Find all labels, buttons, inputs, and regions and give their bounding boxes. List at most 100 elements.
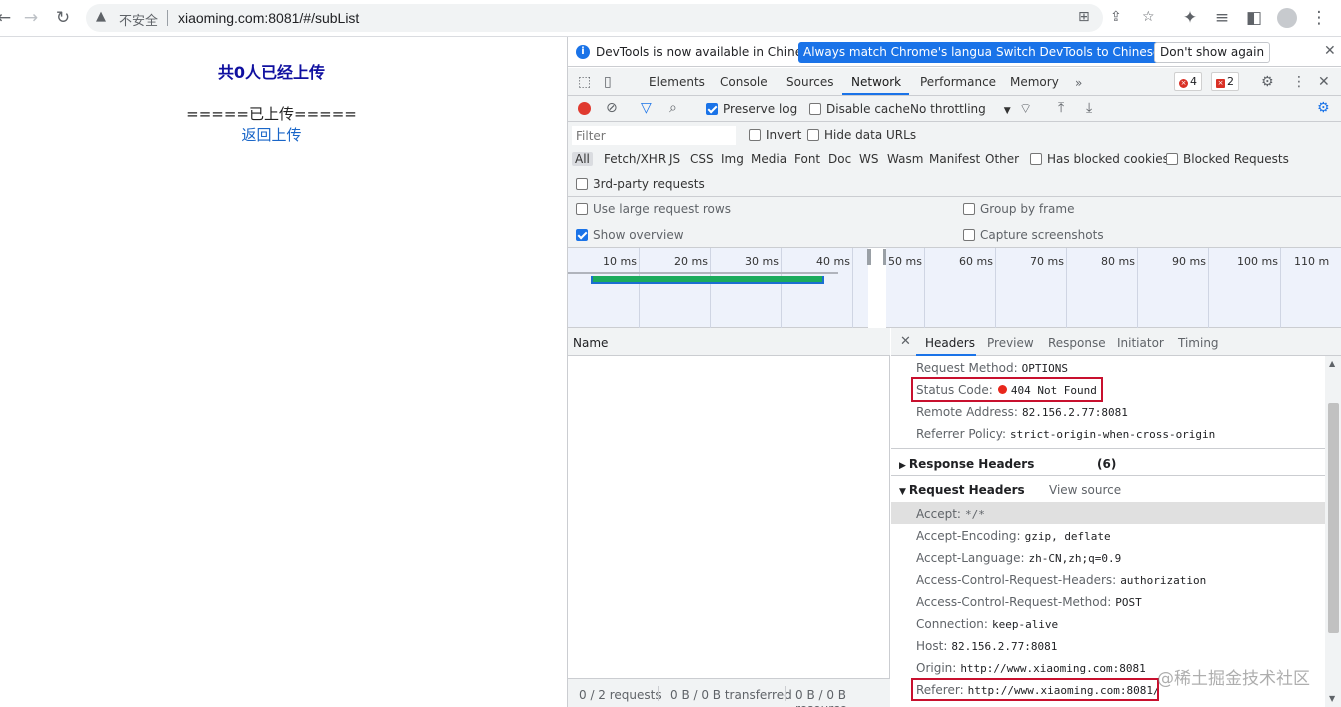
details-scrollbar[interactable]: ▲ ▼ [1325, 356, 1341, 707]
filter-type-manifest[interactable]: Manifest [929, 152, 980, 166]
invert-checkbox[interactable]: Invert [749, 128, 801, 142]
header-value: gzip, deflate [1024, 530, 1111, 543]
filter-icon[interactable]: ▽ [641, 100, 652, 116]
menu-kebab-icon[interactable]: ⋮ [1307, 6, 1331, 30]
filter-type-other[interactable]: Other [985, 152, 1019, 166]
close-details-icon[interactable]: ✕ [900, 334, 911, 349]
filter-type-wasm[interactable]: Wasm [887, 152, 923, 166]
timeline-tick-label: 110 m [1294, 255, 1330, 268]
tab-response[interactable]: Response [1048, 336, 1106, 350]
network-conditions-icon[interactable]: ⌔ [1019, 100, 1032, 118]
blocked-requests-checkbox[interactable]: Blocked Requests [1166, 152, 1289, 166]
has-blocked-cookies-checkbox[interactable]: Has blocked cookies [1030, 152, 1169, 166]
filter-type-media[interactable]: Media [751, 152, 787, 166]
url-text[interactable]: xiaoming.com:8081/#/subList [178, 10, 359, 26]
tab-timing[interactable]: Timing [1178, 336, 1219, 350]
active-detail-tab-indicator [916, 354, 976, 356]
disable-cache-checkbox[interactable]: Disable cache [809, 102, 910, 116]
header-row: Access-Control-Request-Headers: authoriza… [916, 573, 1206, 587]
hide-data-urls-checkbox[interactable]: Hide data URLs [807, 128, 916, 142]
capture-screenshots-checkbox[interactable]: Capture screenshots [963, 228, 1104, 242]
header-key: Accept-Encoding: [916, 529, 1021, 543]
scroll-thumb[interactable] [1328, 403, 1339, 633]
import-har-icon[interactable]: ⤒ [1058, 100, 1064, 116]
tab-network[interactable]: Network [851, 75, 901, 89]
network-overview[interactable]: 10 ms 20 ms 30 ms 40 ms 50 ms 60 ms 70 m… [568, 248, 1341, 328]
third-party-checkbox[interactable]: 3rd-party requests [576, 177, 705, 191]
tab-initiator[interactable]: Initiator [1117, 336, 1164, 350]
dont-show-again-button[interactable]: Don't show again [1154, 42, 1271, 63]
header-row: Access-Control-Request-Method: POST [916, 595, 1142, 609]
timeline-gridline [1208, 248, 1209, 328]
filter-type-ws[interactable]: WS [859, 152, 878, 166]
gear-icon[interactable]: ⚙ [1261, 74, 1274, 90]
active-tab-indicator [842, 93, 909, 95]
device-toolbar-icon[interactable]: ▯ [604, 74, 612, 90]
show-overview-checkbox[interactable]: Show overview [576, 228, 684, 242]
always-match-language-button[interactable]: Always match Chrome's language [798, 42, 1012, 63]
devtools-panel: i DevTools is now available in Chinese! … [567, 37, 1341, 707]
filter-type-img[interactable]: Img [721, 152, 744, 166]
timeline-handle-left[interactable] [867, 249, 871, 265]
record-icon[interactable] [578, 102, 591, 115]
network-settings-gear-icon[interactable]: ⚙ [1317, 100, 1330, 116]
avatar[interactable] [1275, 6, 1299, 30]
side-panel-icon[interactable]: ◧ [1242, 6, 1266, 30]
filter-input[interactable] [572, 126, 736, 145]
more-tabs-icon[interactable]: » [1075, 76, 1082, 90]
tab-elements[interactable]: Elements [649, 75, 705, 89]
tab-headers[interactable]: Headers [925, 336, 975, 350]
clear-icon[interactable]: ⊘ [606, 100, 618, 116]
preserve-log-checkbox[interactable]: Preserve log [706, 102, 797, 116]
tab-sources[interactable]: Sources [786, 75, 833, 89]
search-icon[interactable]: ⌕ [669, 100, 677, 116]
response-headers-title: Response Headers [908, 457, 1035, 471]
header-value: 82.156.2.77:8081 [951, 640, 1058, 653]
remote-address-value: 82.156.2.77:8081 [1021, 406, 1128, 419]
error-count-badge[interactable]: × 4 [1174, 72, 1202, 91]
scroll-down-icon[interactable]: ▼ [1329, 694, 1335, 703]
timeline-tick-label: 70 ms [1030, 255, 1064, 268]
large-rows-checkbox[interactable]: Use large request rows [576, 202, 731, 216]
close-devtools-icon[interactable]: ✕ [1318, 74, 1330, 90]
inspect-element-icon[interactable]: ⬚ [578, 74, 591, 90]
insecure-label[interactable]: 不安全 [119, 10, 158, 29]
export-har-icon[interactable]: ⤓ [1086, 100, 1092, 116]
tab-preview[interactable]: Preview [987, 336, 1034, 350]
checkbox-icon [1166, 153, 1178, 165]
view-source-link[interactable]: View source [1049, 483, 1121, 497]
response-headers-toggle[interactable]: ▶ Response Headers (6) [899, 457, 1116, 471]
referrer-policy-key: Referrer Policy: [916, 427, 1006, 441]
name-column-header[interactable]: Name [568, 328, 890, 356]
translate-icon[interactable]: ⊞ [1078, 9, 1090, 25]
name-column-label: Name [573, 336, 609, 350]
back-arrow-icon[interactable]: ← [0, 6, 16, 30]
filter-type-all[interactable]: All [572, 152, 593, 166]
tab-performance[interactable]: Performance [920, 75, 996, 89]
back-to-upload-link[interactable]: 返回上传 [0, 124, 543, 145]
throttling-select[interactable]: No throttling ▼ [910, 102, 1011, 116]
filter-type-css[interactable]: CSS [690, 152, 714, 166]
scroll-up-icon[interactable]: ▲ [1329, 359, 1335, 368]
media-control-icon[interactable]: ≡ [1210, 6, 1234, 30]
warning-icon[interactable]: ▲ [96, 9, 106, 24]
checkbox-icon [809, 103, 821, 115]
filter-type-js[interactable]: JS [669, 152, 680, 166]
bookmark-star-icon[interactable]: ☆ [1142, 9, 1155, 25]
switch-to-chinese-button[interactable]: Switch DevTools to Chinese [991, 42, 1166, 63]
warning-count-badge[interactable]: × 2 [1211, 72, 1239, 91]
address-bar[interactable]: ▲ 不安全 xiaoming.com:8081/#/subList ⊞ ⇪ ☆ [86, 4, 1155, 32]
extensions-icon[interactable]: ✦ [1178, 6, 1202, 30]
filter-type-doc[interactable]: Doc [828, 152, 851, 166]
filter-type-font[interactable]: Font [794, 152, 820, 166]
tab-console[interactable]: Console [720, 75, 768, 89]
forward-arrow-icon[interactable]: → [19, 6, 43, 30]
share-icon[interactable]: ⇪ [1110, 9, 1122, 25]
filter-type-fetch-xhr[interactable]: Fetch/XHR [604, 152, 666, 166]
tab-memory[interactable]: Memory [1010, 75, 1059, 89]
close-icon[interactable]: ✕ [1324, 43, 1336, 59]
request-headers-toggle[interactable]: ▼ Request Headers [899, 483, 1025, 497]
group-by-frame-checkbox[interactable]: Group by frame [963, 202, 1074, 216]
reload-icon[interactable]: ↻ [51, 6, 75, 30]
devtools-menu-icon[interactable]: ⋮ [1292, 74, 1306, 90]
